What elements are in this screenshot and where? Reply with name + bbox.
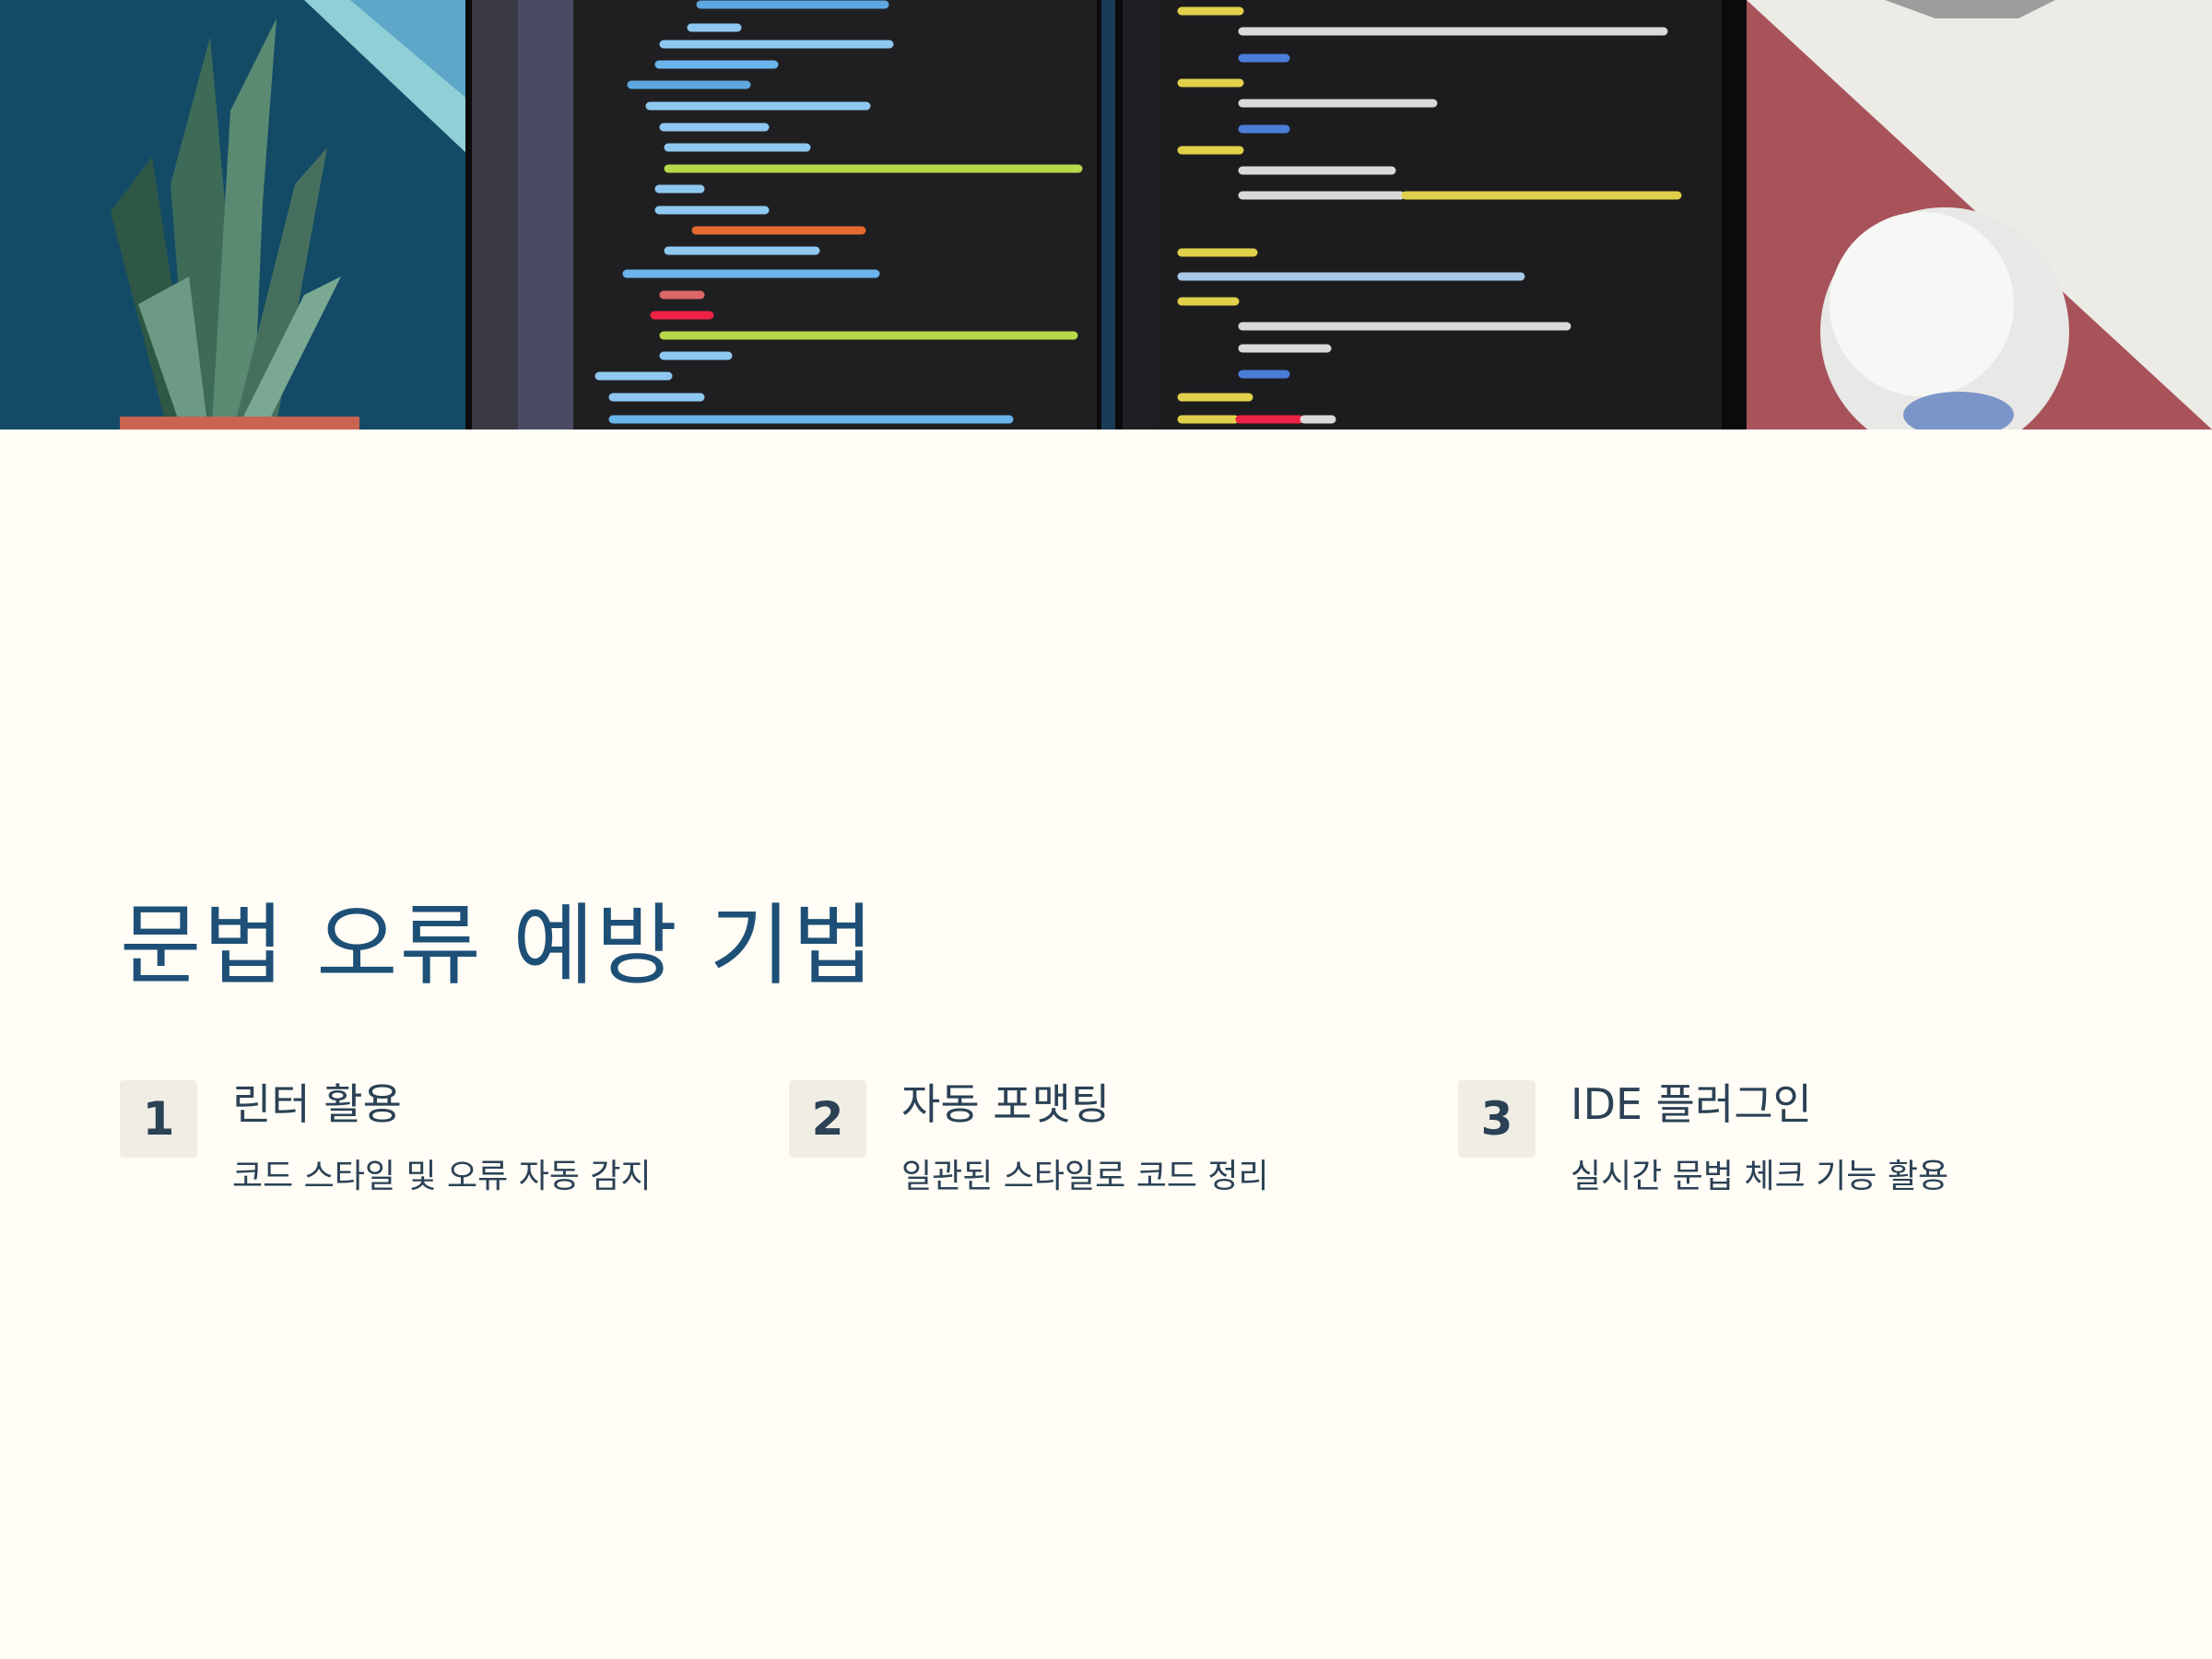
step-number-badge: 1 bbox=[120, 1080, 197, 1158]
hero-image bbox=[0, 0, 2212, 429]
step-title: 자동 포맷팅 bbox=[901, 1079, 1111, 1129]
step-item-1: 1 린터 활용 코드 스타일 및 오류 자동 감지 bbox=[120, 1077, 765, 1224]
page-title: 문법 오류 예방 기법 bbox=[120, 894, 877, 997]
step-title: IDE 플러그인 bbox=[1571, 1079, 1812, 1129]
step-item-2: 2 자동 포맷팅 일관된 스타일로 코드 정리 bbox=[789, 1077, 1434, 1224]
step-description: 코드 스타일 및 오류 자동 감지 bbox=[232, 1158, 652, 1195]
step-description: 실시간 문법 체크 기능 활용 bbox=[1571, 1158, 1949, 1195]
step-item-3: 3 IDE 플러그인 실시간 문법 체크 기능 활용 bbox=[1458, 1077, 2103, 1224]
step-title: 린터 활용 bbox=[232, 1079, 402, 1129]
step-number-badge: 3 bbox=[1458, 1080, 1535, 1158]
step-description: 일관된 스타일로 코드 정리 bbox=[901, 1158, 1269, 1195]
hero-illustration bbox=[0, 0, 2212, 429]
step-number-badge: 2 bbox=[789, 1080, 866, 1158]
